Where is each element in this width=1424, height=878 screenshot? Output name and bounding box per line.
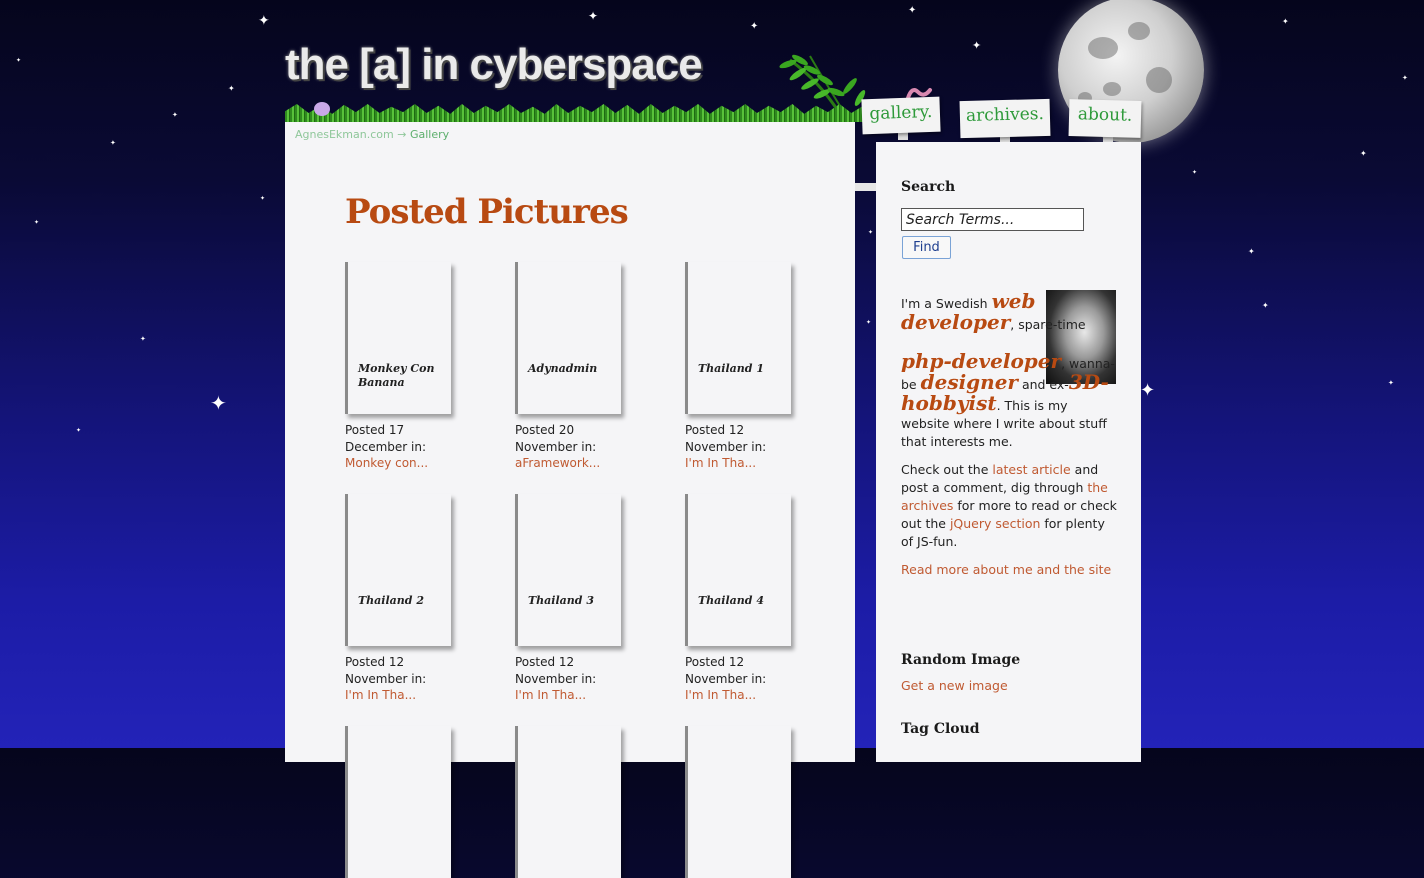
- star-icon: ✦: [588, 9, 599, 23]
- star-icon: ✦: [972, 39, 982, 52]
- star-icon: ✦: [1248, 247, 1255, 256]
- search-input[interactable]: [901, 208, 1084, 231]
- star-icon: ✦: [1282, 17, 1289, 26]
- category-link[interactable]: I'm In Tha...: [345, 688, 416, 702]
- star-icon: ✦: [260, 195, 266, 202]
- gallery-item-title: Thailand 2: [358, 594, 424, 607]
- star-icon: ✦: [172, 111, 178, 119]
- page-title: Posted Pictures: [345, 192, 629, 232]
- about-text: I'm a Swedish web developer, spare-time …: [901, 291, 1119, 579]
- star-icon: ✦: [866, 319, 872, 326]
- gallery-thumbnail[interactable]: [515, 726, 621, 878]
- tab-gallery-label: gallery.: [869, 101, 933, 125]
- sidebar: Search Find I'm a Swedish web developer,…: [876, 142, 1141, 762]
- star-icon: ✦: [1262, 301, 1269, 310]
- bird-icon: [314, 102, 330, 116]
- category-link[interactable]: I'm In Tha...: [685, 456, 756, 470]
- star-icon: ✦: [16, 57, 22, 64]
- breadcrumb-arrow: →: [397, 128, 407, 141]
- posted-date: December in:: [345, 439, 427, 454]
- bio-paragraph-2: Check out the latest article and post a …: [901, 461, 1119, 551]
- main-content: AgnesEkman.com → Gallery Posted Pictures…: [285, 122, 855, 878]
- bio-text: I'm a Swedish: [901, 296, 992, 311]
- bio-text: , spare-time: [1010, 317, 1086, 332]
- gallery-thumbnail[interactable]: Adynadmin: [515, 262, 621, 414]
- star-icon: ✦: [228, 84, 235, 93]
- gallery-item-title: Adynadmin: [528, 362, 598, 375]
- star-icon: ✦: [76, 427, 82, 434]
- star-icon: ✦: [210, 391, 227, 415]
- gallery-item-title: Thailand 4: [698, 594, 764, 607]
- gallery-item-title: Thailand 1: [698, 362, 764, 375]
- posted-date: November in:: [685, 671, 767, 686]
- star-icon: ✦: [1388, 379, 1394, 387]
- gallery-thumbnail[interactable]: Thailand 4: [685, 494, 791, 646]
- star-icon: ✦: [34, 219, 40, 226]
- posted-label: Posted 17: [345, 423, 405, 437]
- posted-date: November in:: [345, 671, 427, 686]
- site-logo[interactable]: the [a] in cyberspace: [285, 40, 703, 90]
- gallery-thumbnail[interactable]: [685, 726, 791, 878]
- gallery-item-meta: Posted 20 November in: aFramework...: [515, 422, 635, 472]
- find-button[interactable]: Find: [902, 236, 951, 259]
- star-icon: ✦: [750, 21, 759, 32]
- posted-label: Posted 12: [345, 655, 405, 669]
- gallery-item-meta: Posted 12 November in: I'm In Tha...: [515, 654, 635, 704]
- gallery-thumbnail[interactable]: Thailand 3: [515, 494, 621, 646]
- panel-connector: [855, 183, 877, 191]
- random-image-heading: Random Image: [901, 652, 1021, 668]
- category-link[interactable]: aFramework...: [515, 456, 600, 470]
- category-link[interactable]: Monkey con...: [345, 456, 428, 470]
- posted-label: Posted 12: [685, 423, 745, 437]
- breadcrumb-home-link[interactable]: AgnesEkman.com: [295, 128, 394, 141]
- bio-paragraph-1: I'm a Swedish web developer, spare-time …: [901, 291, 1119, 451]
- star-icon: ✦: [258, 13, 270, 29]
- tag-cloud-heading: Tag Cloud: [901, 721, 980, 737]
- star-icon: ✦: [1360, 149, 1367, 158]
- posted-label: Posted 12: [685, 655, 745, 669]
- tab-about[interactable]: about.: [1068, 99, 1142, 138]
- gallery-item-meta: Posted 17 December in: Monkey con...: [345, 422, 465, 472]
- bio-text: and ex-: [1017, 377, 1069, 392]
- gallery-thumbnail[interactable]: Thailand 2: [345, 494, 451, 646]
- star-icon: ✦: [140, 335, 146, 343]
- star-icon: ✦: [868, 229, 874, 236]
- posted-date: November in:: [515, 439, 597, 454]
- gallery-item-meta: Posted 12 November in: I'm In Tha...: [685, 422, 805, 472]
- gallery-item-meta: Posted 12 November in: I'm In Tha...: [685, 654, 805, 704]
- jquery-section-link[interactable]: jQuery section: [950, 516, 1040, 531]
- gallery-item-meta: Posted 12 November in: I'm In Tha...: [345, 654, 465, 704]
- star-icon: ✦: [1402, 74, 1408, 82]
- read-more-wrap: Read more about me and the site: [901, 561, 1119, 579]
- gallery-item-title: Monkey Con Banana: [358, 362, 435, 389]
- posted-label: Posted 12: [515, 655, 575, 669]
- posted-label: Posted 20: [515, 423, 575, 437]
- star-icon: ✦: [908, 5, 917, 16]
- gallery-thumbnail[interactable]: [345, 726, 451, 878]
- gallery-thumbnail[interactable]: Monkey Con Banana: [345, 262, 451, 414]
- search-heading: Search: [901, 179, 956, 195]
- bio-text: Check out the: [901, 462, 993, 477]
- category-link[interactable]: I'm In Tha...: [515, 688, 586, 702]
- category-link[interactable]: I'm In Tha...: [685, 688, 756, 702]
- posted-date: November in:: [685, 439, 767, 454]
- tab-gallery[interactable]: gallery.: [861, 96, 941, 135]
- star-icon: ✦: [1192, 169, 1198, 176]
- plant-icon: [779, 54, 866, 114]
- tab-archives-label: archives.: [965, 103, 1045, 127]
- latest-article-link[interactable]: latest article: [992, 462, 1070, 477]
- read-more-link[interactable]: Read more about me and the site: [901, 562, 1111, 577]
- star-icon: ✦: [1140, 380, 1156, 401]
- gallery-item-title: Thailand 3: [528, 594, 594, 607]
- tab-about-label: about.: [1077, 104, 1133, 126]
- breadcrumb: AgnesEkman.com → Gallery: [295, 128, 449, 141]
- tab-archives[interactable]: archives.: [959, 98, 1051, 139]
- gallery-thumbnail[interactable]: Thailand 1: [685, 262, 791, 414]
- new-image-link[interactable]: Get a new image: [901, 678, 1008, 693]
- posted-date: November in:: [515, 671, 597, 686]
- breadcrumb-current: Gallery: [409, 128, 450, 141]
- star-icon: ✦: [110, 139, 116, 147]
